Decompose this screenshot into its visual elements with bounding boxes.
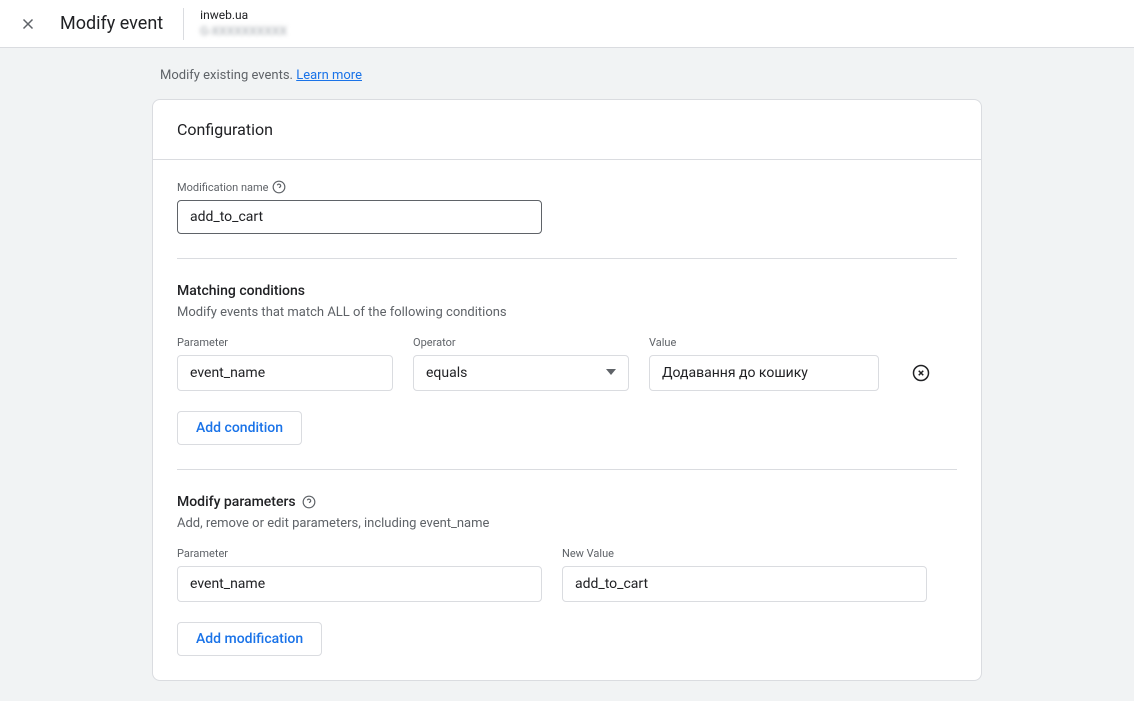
help-icon[interactable] xyxy=(272,180,286,194)
modify-new-value-label: New Value xyxy=(562,547,927,560)
modification-name-input[interactable] xyxy=(177,200,542,234)
card-body: Modification name Matching conditions Mo… xyxy=(153,160,981,680)
modify-parameter-input[interactable] xyxy=(177,566,542,602)
remove-icon xyxy=(912,364,930,382)
modify-new-value-col: New Value xyxy=(562,547,927,602)
condition-parameter-input[interactable] xyxy=(177,355,393,391)
modify-parameters-title: Modify parameters xyxy=(177,494,957,510)
page-title: Modify event xyxy=(60,13,163,34)
add-modification-button[interactable]: Add modification xyxy=(177,622,322,656)
card-title: Configuration xyxy=(177,120,957,139)
modify-parameters-desc: Add, remove or edit parameters, includin… xyxy=(177,516,957,531)
header: Modify event inweb.ua G-XXXXXXXXXX xyxy=(0,0,1134,48)
matching-conditions-title: Matching conditions xyxy=(177,283,957,299)
modify-parameters-title-text: Modify parameters xyxy=(177,494,296,510)
property-id: G-XXXXXXXXXX xyxy=(200,24,287,40)
remove-condition-button[interactable] xyxy=(909,361,933,385)
section-divider xyxy=(177,258,957,259)
modify-new-value-input[interactable] xyxy=(562,566,927,602)
condition-operator-select[interactable]: equals xyxy=(413,355,629,391)
content-area: Modify existing events. Learn more Confi… xyxy=(0,48,1134,701)
matching-conditions-desc: Modify events that match ALL of the foll… xyxy=(177,305,957,320)
section-divider-2 xyxy=(177,469,957,470)
condition-value-col: Value xyxy=(649,336,879,391)
close-icon xyxy=(19,15,37,33)
condition-operator-value: equals xyxy=(426,365,467,381)
intro-label: Modify existing events. xyxy=(160,68,293,83)
condition-parameter-label: Parameter xyxy=(177,336,393,349)
modify-parameter-label: Parameter xyxy=(177,547,542,560)
modification-name-label-text: Modification name xyxy=(177,181,268,194)
close-button[interactable] xyxy=(16,12,40,36)
modify-row: Parameter New Value xyxy=(177,547,957,602)
card-header: Configuration xyxy=(153,100,981,160)
property-info: inweb.ua G-XXXXXXXXXX xyxy=(200,8,287,39)
add-condition-button[interactable]: Add condition xyxy=(177,411,302,445)
intro-text: Modify existing events. Learn more xyxy=(152,68,982,83)
help-icon[interactable] xyxy=(302,495,316,509)
modification-name-label: Modification name xyxy=(177,180,957,194)
vertical-divider xyxy=(183,8,184,40)
condition-operator-col: Operator equals xyxy=(413,336,629,391)
learn-more-link[interactable]: Learn more xyxy=(296,68,362,83)
modify-parameter-col: Parameter xyxy=(177,547,542,602)
condition-value-input[interactable] xyxy=(649,355,879,391)
property-name: inweb.ua xyxy=(200,8,287,24)
condition-value-label: Value xyxy=(649,336,879,349)
condition-operator-label: Operator xyxy=(413,336,629,349)
condition-parameter-col: Parameter xyxy=(177,336,393,391)
condition-row: Parameter Operator equals Value xyxy=(177,336,957,391)
chevron-down-icon xyxy=(606,365,616,381)
config-card: Configuration Modification name Matching… xyxy=(152,99,982,681)
